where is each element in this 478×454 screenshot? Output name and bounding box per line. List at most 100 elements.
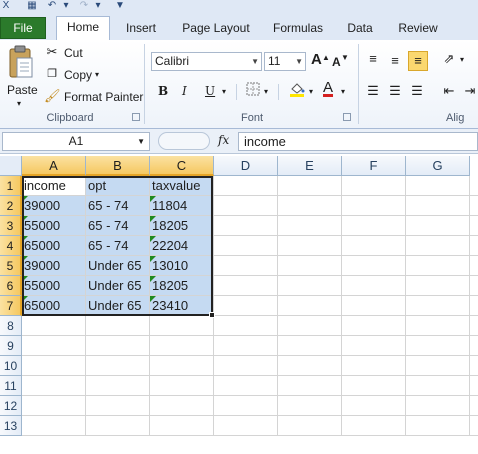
cell-b5[interactable]: Under 65: [86, 256, 150, 276]
column-header-f[interactable]: F: [342, 156, 406, 176]
row-header[interactable]: 1: [0, 176, 22, 196]
undo-icon[interactable]: ↶: [46, 0, 58, 11]
cell-a7[interactable]: 65000: [22, 296, 86, 316]
redo-dropdown-icon[interactable]: ▾: [92, 0, 104, 11]
decrease-indent-icon[interactable]: ⇤: [440, 82, 458, 100]
tab-data[interactable]: Data: [340, 18, 380, 39]
group-divider: [144, 44, 145, 124]
empty-cells-below[interactable]: [22, 316, 214, 436]
row-header[interactable]: 2: [0, 196, 22, 216]
cell-c7[interactable]: 23410: [150, 296, 214, 316]
row-header[interactable]: 7: [0, 296, 22, 316]
empty-cells-right[interactable]: [214, 176, 478, 436]
paste-icon[interactable]: [6, 44, 36, 82]
row-header[interactable]: 13: [0, 416, 22, 436]
borders-icon[interactable]: [244, 82, 262, 101]
align-bottom-icon[interactable]: ≡: [408, 51, 428, 71]
cell-c3[interactable]: 18205: [150, 216, 214, 236]
cell-b1[interactable]: opt: [86, 176, 150, 196]
row-header[interactable]: 9: [0, 336, 22, 356]
column-header-e[interactable]: E: [278, 156, 342, 176]
tab-page-layout[interactable]: Page Layout: [176, 18, 256, 39]
paste-button[interactable]: Paste: [7, 82, 38, 98]
row-header[interactable]: 6: [0, 276, 22, 296]
orientation-icon[interactable]: ⇗: [440, 50, 458, 68]
insert-function-button[interactable]: fx: [218, 133, 229, 147]
align-top-icon[interactable]: ≡: [364, 50, 382, 68]
customize-qat-icon[interactable]: ▼: [114, 0, 126, 11]
cell-value: 13010: [152, 258, 189, 273]
undo-dropdown-icon[interactable]: ▾: [60, 0, 72, 11]
increase-indent-icon[interactable]: ⇥: [462, 82, 478, 100]
row-header[interactable]: 5: [0, 256, 22, 276]
cell-c5[interactable]: 13010: [150, 256, 214, 276]
orientation-dropdown-icon[interactable]: ▾: [460, 52, 464, 68]
cell-b6[interactable]: Under 65: [86, 276, 150, 296]
cell-b3[interactable]: 65 - 74: [86, 216, 150, 236]
italic-button[interactable]: I: [182, 83, 187, 99]
tab-review[interactable]: Review: [390, 18, 446, 39]
fill-color-icon[interactable]: [287, 80, 307, 103]
cell-a1[interactable]: income: [22, 176, 86, 196]
borders-dropdown-icon[interactable]: ▾: [264, 84, 268, 100]
grow-font-button[interactable]: A: [311, 52, 322, 68]
font-color-dropdown-icon[interactable]: ▾: [341, 84, 345, 100]
scissors-icon[interactable]: ✂: [44, 43, 60, 61]
cell-a5[interactable]: 39000: [22, 256, 86, 276]
align-center-icon[interactable]: ☰: [386, 82, 404, 100]
redo-icon[interactable]: ↷: [78, 0, 90, 11]
cell-a3[interactable]: 55000: [22, 216, 86, 236]
cell-b2[interactable]: 65 - 74: [86, 196, 150, 216]
cell-c1[interactable]: taxvalue: [150, 176, 214, 196]
formula-expander[interactable]: [158, 132, 210, 150]
align-right-icon[interactable]: ☰: [408, 82, 426, 100]
worksheet-grid[interactable]: A B C D E F G 1 2 3 4 5 6 7 8 9 10 11 12…: [0, 154, 478, 454]
bold-button[interactable]: B: [158, 83, 168, 99]
save-icon[interactable]: ▦: [26, 0, 38, 11]
fill-handle[interactable]: [209, 312, 215, 318]
column-header-c[interactable]: C: [150, 156, 214, 176]
row-header[interactable]: 3: [0, 216, 22, 236]
copy-icon[interactable]: ❐: [44, 65, 60, 83]
shrink-font-button[interactable]: A: [332, 54, 341, 70]
underline-button[interactable]: U: [205, 83, 215, 99]
paintbrush-icon[interactable]: 🖌: [44, 87, 61, 105]
cell-c6[interactable]: 18205: [150, 276, 214, 296]
align-middle-icon[interactable]: ≡: [386, 52, 404, 70]
column-header-a[interactable]: A: [22, 156, 86, 176]
format-painter-button[interactable]: Format Painter: [64, 89, 143, 105]
fill-dropdown-icon[interactable]: ▾: [309, 84, 313, 100]
align-left-icon[interactable]: ☰: [364, 82, 382, 100]
cut-button[interactable]: Cut: [64, 45, 83, 61]
copy-dropdown-icon[interactable]: ▾: [95, 67, 99, 83]
name-box[interactable]: A1 ▼: [2, 132, 150, 151]
tab-formulas[interactable]: Formulas: [266, 18, 330, 39]
cell-a4[interactable]: 65000: [22, 236, 86, 256]
row-header[interactable]: 4: [0, 236, 22, 256]
row-header[interactable]: 11: [0, 376, 22, 396]
cell-c2[interactable]: 11804: [150, 196, 214, 216]
cell-c4[interactable]: 22204: [150, 236, 214, 256]
tab-home[interactable]: Home: [56, 16, 110, 41]
select-all-button[interactable]: [0, 156, 22, 176]
row-header[interactable]: 12: [0, 396, 22, 416]
column-header-g[interactable]: G: [406, 156, 470, 176]
column-header-b[interactable]: B: [86, 156, 150, 176]
tab-insert[interactable]: Insert: [118, 18, 164, 39]
formula-input[interactable]: income: [238, 132, 478, 151]
row-header[interactable]: 8: [0, 316, 22, 336]
font-color-button[interactable]: A: [323, 80, 333, 96]
underline-dropdown-icon[interactable]: ▾: [222, 84, 226, 100]
cell-b4[interactable]: 65 - 74: [86, 236, 150, 256]
font-launcher-icon[interactable]: [343, 113, 351, 121]
row-header[interactable]: 10: [0, 356, 22, 376]
font-size-select[interactable]: 11 ▼: [264, 52, 306, 71]
copy-button[interactable]: Copy: [64, 67, 92, 83]
tab-file[interactable]: File: [0, 17, 46, 39]
clipboard-launcher-icon[interactable]: [132, 113, 140, 121]
font-name-select[interactable]: Calibri ▼: [151, 52, 262, 71]
cell-b7[interactable]: Under 65: [86, 296, 150, 316]
cell-a2[interactable]: 39000: [22, 196, 86, 216]
cell-a6[interactable]: 55000: [22, 276, 86, 296]
column-header-d[interactable]: D: [214, 156, 278, 176]
